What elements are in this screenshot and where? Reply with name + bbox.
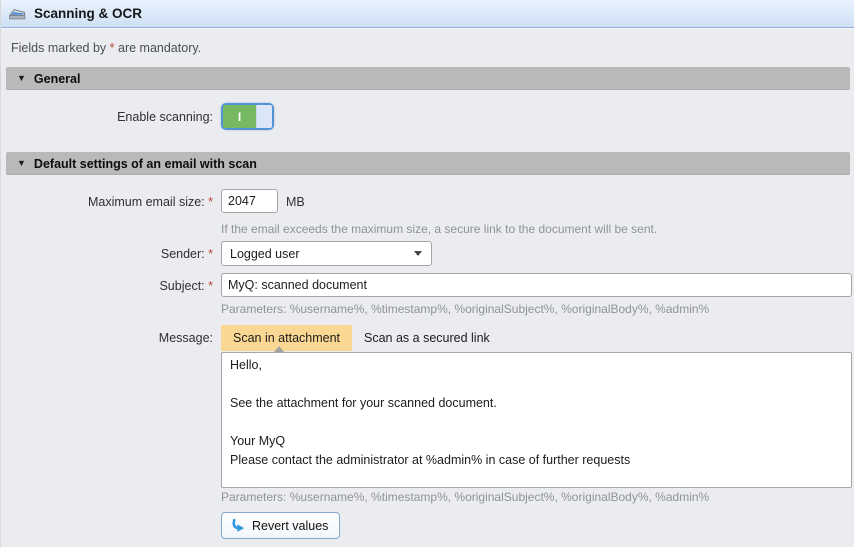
revert-values-button[interactable]: Revert values — [221, 512, 340, 539]
message-params-hint: Parameters: %username%, %timestamp%, %or… — [221, 490, 709, 504]
section-title: Default settings of an email with scan — [34, 157, 257, 171]
page-title: Scanning & OCR — [34, 6, 142, 21]
settings-panel: { "window": { "title": "Scanning & OCR" … — [0, 0, 854, 547]
max-email-size-help: If the email exceeds the maximum size, a… — [221, 222, 657, 236]
chevron-down-icon — [414, 251, 422, 256]
subject-label: Subject: * — [1, 279, 213, 293]
mandatory-notice: Fields marked by * are mandatory. — [11, 41, 201, 55]
section-header-general[interactable]: ▼ General — [6, 67, 850, 90]
toggle-knob — [256, 105, 272, 128]
tab-scan-as-secured-link[interactable]: Scan as a secured link — [352, 325, 502, 351]
message-textarea[interactable]: Hello, See the attachment for your scann… — [221, 352, 852, 488]
enable-scanning-toggle[interactable]: I — [221, 103, 274, 130]
sender-label: Sender: * — [1, 247, 213, 261]
revert-arrow-icon — [230, 518, 246, 534]
page-header: Scanning & OCR — [1, 0, 854, 28]
revert-values-label: Revert values — [252, 519, 328, 533]
collapse-triangle-icon: ▼ — [17, 74, 26, 83]
toggle-on-segment: I — [223, 105, 256, 128]
sender-select[interactable]: Logged user — [221, 241, 432, 266]
message-label: Message: — [1, 331, 213, 345]
section-title: General — [34, 72, 81, 86]
max-email-size-input[interactable] — [221, 189, 278, 213]
tab-scan-in-attachment[interactable]: Scan in attachment — [221, 325, 352, 351]
subject-params-hint: Parameters: %username%, %timestamp%, %or… — [221, 302, 709, 316]
subject-input[interactable] — [221, 273, 852, 297]
message-tabs: Scan in attachment Scan as a secured lin… — [221, 325, 502, 351]
sender-selected-value: Logged user — [230, 247, 300, 261]
enable-scanning-label: Enable scanning: — [1, 110, 213, 124]
section-header-email-defaults[interactable]: ▼ Default settings of an email with scan — [6, 152, 850, 175]
collapse-triangle-icon: ▼ — [17, 159, 26, 168]
scanner-icon — [8, 6, 27, 22]
max-email-size-label: Maximum email size: * — [1, 195, 213, 209]
max-email-size-unit: MB — [286, 195, 305, 209]
